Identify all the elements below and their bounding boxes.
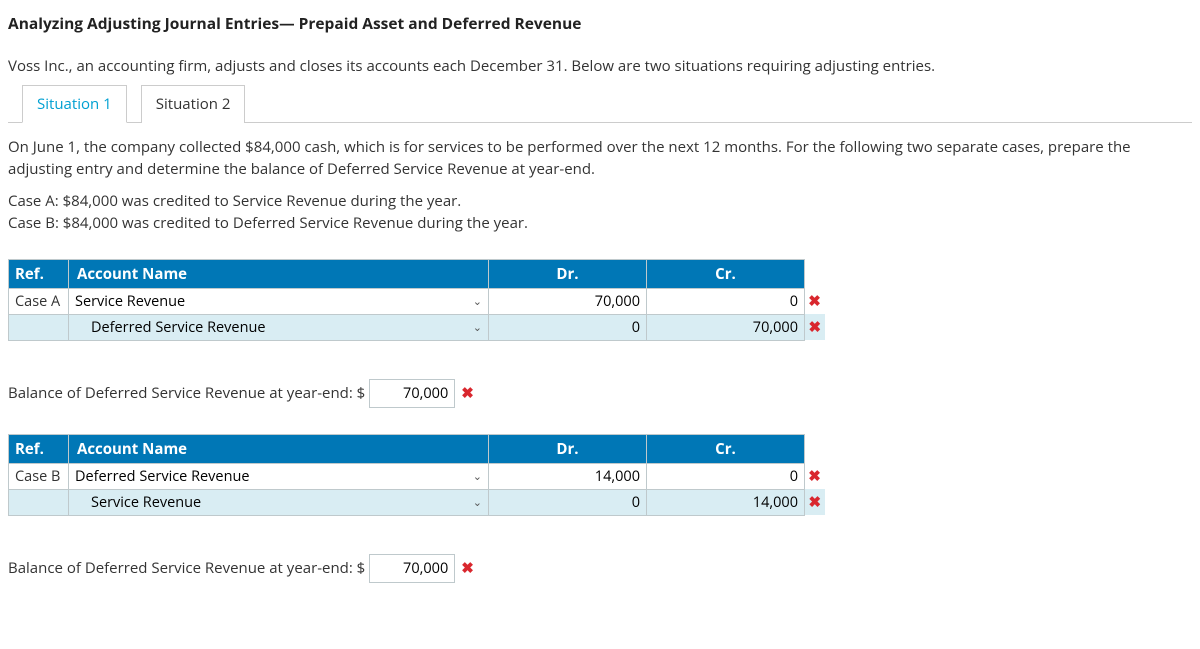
balance-input[interactable] — [369, 379, 455, 408]
incorrect-icon: ✖ — [808, 492, 821, 512]
credit-input[interactable] — [647, 289, 804, 314]
tab-bar: Situation 1 Situation 2 — [8, 84, 1192, 123]
balance-row-case-a: Balance of Deferred Service Revenue at y… — [8, 379, 1192, 408]
journal-table-case-b: Ref. Account Name Dr. Cr. Case B ⌄ ✖ ⌄ ✖ — [8, 434, 825, 516]
ref-label: Case B — [9, 463, 69, 489]
account-select[interactable] — [69, 464, 488, 489]
balance-label: Balance of Deferred Service Revenue at y… — [8, 383, 365, 403]
incorrect-icon: ✖ — [808, 466, 821, 486]
case-a-description: Case A: $84,000 was credited to Service … — [8, 191, 1192, 211]
table-row: Case B ⌄ ✖ — [9, 463, 825, 489]
page-title: Analyzing Adjusting Journal Entries— Pre… — [8, 12, 1192, 34]
intro-text: Voss Inc., an accounting firm, adjusts a… — [8, 56, 1192, 76]
incorrect-icon: ✖ — [808, 317, 821, 337]
balance-label: Balance of Deferred Service Revenue at y… — [8, 558, 365, 578]
col-dr: Dr. — [489, 259, 647, 288]
debit-input[interactable] — [489, 464, 646, 489]
col-ref: Ref. — [9, 434, 69, 463]
table-row: ⌄ ✖ — [9, 489, 825, 515]
col-dr: Dr. — [489, 434, 647, 463]
case-b-description: Case B: $84,000 was credited to Deferred… — [8, 213, 1192, 233]
incorrect-icon: ✖ — [461, 558, 474, 578]
col-ref: Ref. — [9, 259, 69, 288]
account-select[interactable] — [85, 315, 488, 340]
debit-input[interactable] — [489, 315, 646, 340]
table-row: Case A ⌄ ✖ — [9, 288, 825, 314]
account-select[interactable] — [85, 490, 488, 515]
account-select[interactable] — [69, 289, 488, 314]
tab-situation-2[interactable]: Situation 2 — [141, 85, 246, 123]
table-row: ⌄ ✖ — [9, 314, 825, 340]
situation-description: On June 1, the company collected $84,000… — [8, 137, 1192, 181]
credit-input[interactable] — [647, 464, 804, 489]
incorrect-icon: ✖ — [808, 291, 821, 311]
balance-input[interactable] — [369, 554, 455, 583]
debit-input[interactable] — [489, 490, 646, 515]
col-cr: Cr. — [647, 434, 805, 463]
ref-label: Case A — [9, 288, 69, 314]
incorrect-icon: ✖ — [461, 383, 474, 403]
col-account: Account Name — [69, 434, 489, 463]
credit-input[interactable] — [647, 490, 804, 515]
col-account: Account Name — [69, 259, 489, 288]
balance-row-case-b: Balance of Deferred Service Revenue at y… — [8, 554, 1192, 583]
credit-input[interactable] — [647, 315, 804, 340]
journal-table-case-a: Ref. Account Name Dr. Cr. Case A ⌄ ✖ ⌄ ✖ — [8, 259, 825, 341]
col-cr: Cr. — [647, 259, 805, 288]
tab-situation-1[interactable]: Situation 1 — [22, 85, 127, 123]
debit-input[interactable] — [489, 289, 646, 314]
